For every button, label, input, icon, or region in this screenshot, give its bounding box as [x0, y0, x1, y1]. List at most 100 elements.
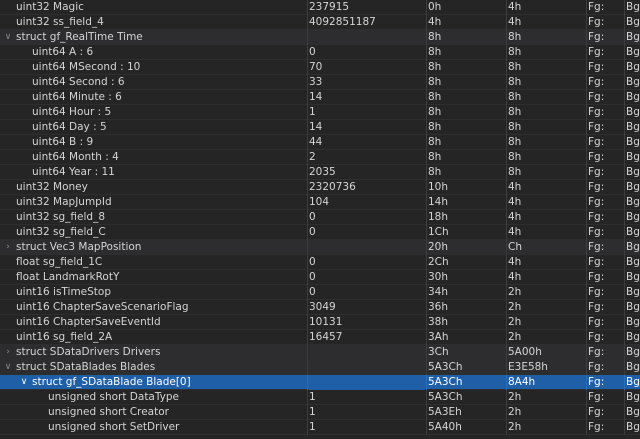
- color-bg-cell: Bg: [626, 241, 640, 253]
- value-cell[interactable]: [309, 30, 425, 45]
- color-fg-cell: Fg:: [588, 31, 605, 43]
- color-bg-cell: Bg: [626, 196, 640, 208]
- name-cell: uint64 Second : 6: [0, 75, 306, 90]
- value-cell[interactable]: 14: [309, 120, 425, 135]
- color-fg-cell: Fg:: [588, 256, 605, 268]
- field-row[interactable]: uint64 B : 9 44 8h 8h Fg: Bg: [0, 135, 640, 150]
- color-bg-cell: Bg: [626, 271, 640, 283]
- column-divider: [506, 330, 507, 345]
- value-cell[interactable]: [309, 240, 425, 255]
- struct-row[interactable]: ∨ struct gf_SDataBlade Blade[0] 5A3Ch 8A4h F…: [0, 375, 640, 390]
- chevron-down-icon[interactable]: ∨: [19, 375, 29, 390]
- value-cell[interactable]: 2035: [309, 165, 425, 180]
- value-cell[interactable]: 2320736: [309, 180, 425, 195]
- value-cell[interactable]: 70: [309, 60, 425, 75]
- color-fg-cell: Fg:: [588, 106, 605, 118]
- field-row[interactable]: uint64 MSecond : 10 70 8h 8h Fg: Bg: [0, 60, 640, 75]
- field-row[interactable]: uint64 A : 6 0 8h 8h Fg: Bg: [0, 45, 640, 60]
- column-divider: [307, 345, 308, 360]
- field-row[interactable]: uint64 Day : 5 14 8h 8h Fg: Bg: [0, 120, 640, 135]
- value-cell[interactable]: 0: [309, 270, 425, 285]
- value-cell[interactable]: 16457: [309, 330, 425, 345]
- column-divider: [307, 240, 308, 255]
- value-cell[interactable]: 237915: [309, 0, 425, 15]
- color-fg-cell: Fg:: [588, 76, 605, 88]
- size-cell: 8h: [508, 106, 522, 118]
- chevron-right-icon[interactable]: ›: [3, 345, 13, 360]
- value-cell[interactable]: 1: [309, 390, 425, 405]
- value-cell[interactable]: 2: [309, 150, 425, 165]
- color-fg-cell: Fg:: [588, 406, 605, 418]
- column-divider: [506, 150, 507, 165]
- value-cell[interactable]: 10131: [309, 315, 425, 330]
- field-row[interactable]: unsigned short Creator 1 5A3Eh 2h Fg: Bg: [0, 405, 640, 420]
- field-row[interactable]: uint64 Minute : 6 14 8h 8h Fg: Bg: [0, 90, 640, 105]
- size-cell: 4h: [508, 271, 522, 283]
- field-row[interactable]: uint32 ss_field_4 4092851187 4h 4h Fg: Bg: [0, 15, 640, 30]
- column-divider: [426, 210, 427, 225]
- color-fg-cell: Fg:: [588, 211, 605, 223]
- color-fg-cell: Fg:: [588, 91, 605, 103]
- field-name: uint32 ss_field_4: [16, 16, 104, 28]
- start-cell: 8h: [428, 61, 442, 73]
- field-row[interactable]: float LandmarkRotY 0 30h 4h Fg: Bg: [0, 270, 640, 285]
- color-bg-cell: Bg: [626, 256, 640, 268]
- field-row[interactable]: float sg_field_1C 0 2Ch 4h Fg: Bg: [0, 255, 640, 270]
- value-cell[interactable]: 0: [309, 255, 425, 270]
- chevron-down-icon[interactable]: ∨: [3, 360, 13, 375]
- field-row[interactable]: uint16 ChapterSaveScenarioFlag 3049 36h 2h F…: [0, 300, 640, 315]
- value-cell[interactable]: 1: [309, 420, 425, 435]
- chevron-down-icon[interactable]: ∨: [3, 30, 13, 45]
- value-cell[interactable]: [309, 345, 425, 360]
- value-cell[interactable]: 0: [309, 225, 425, 240]
- value-cell[interactable]: 44: [309, 135, 425, 150]
- column-divider: [624, 225, 625, 240]
- column-divider: [624, 120, 625, 135]
- field-row[interactable]: uint64 Hour : 5 1 8h 8h Fg: Bg: [0, 105, 640, 120]
- field-row[interactable]: uint16 ChapterSaveEventId 10131 38h 2h Fg: Bg: [0, 315, 640, 330]
- color-fg-cell: Fg:: [588, 331, 605, 343]
- field-row[interactable]: uint32 sg_field_8 0 18h 4h Fg: Bg: [0, 210, 640, 225]
- field-row[interactable]: uint64 Second : 6 33 8h 8h Fg: Bg: [0, 75, 640, 90]
- column-divider: [506, 105, 507, 120]
- field-row[interactable]: unsigned short SetDriver 1 5A40h 2h Fg: Bg: [0, 420, 640, 435]
- value-cell[interactable]: 0: [309, 45, 425, 60]
- struct-row[interactable]: › struct Vec3 MapPosition 20h Ch Fg: Bg: [0, 240, 640, 255]
- color-fg-cell: Fg:: [588, 46, 605, 58]
- value-cell[interactable]: 3049: [309, 300, 425, 315]
- value-cell[interactable]: 0: [309, 210, 425, 225]
- value-cell[interactable]: 0: [309, 285, 425, 300]
- name-cell: › struct Vec3 MapPosition: [0, 240, 306, 255]
- color-fg-cell: Fg:: [588, 346, 605, 358]
- value-cell[interactable]: 104: [309, 195, 425, 210]
- start-cell: 8h: [428, 136, 442, 148]
- value-cell[interactable]: 4092851187: [309, 15, 425, 30]
- field-row[interactable]: uint64 Month : 4 2 8h 8h Fg: Bg: [0, 150, 640, 165]
- column-divider: [307, 270, 308, 285]
- field-row[interactable]: uint32 MapJumpId 104 14h 4h Fg: Bg: [0, 195, 640, 210]
- column-divider: [307, 255, 308, 270]
- column-divider: [624, 165, 625, 180]
- struct-row[interactable]: ∨ struct SDataBlades Blades 5A3Ch E3E58h Fg:…: [0, 360, 640, 375]
- size-cell: 4h: [508, 1, 522, 13]
- value-cell[interactable]: 1: [309, 105, 425, 120]
- field-row[interactable]: unsigned short DataType 1 5A3Ch 2h Fg: Bg: [0, 390, 640, 405]
- column-divider: [426, 240, 427, 255]
- chevron-right-icon[interactable]: ›: [3, 240, 13, 255]
- field-row[interactable]: uint64 Year : 11 2035 8h 8h Fg: Bg: [0, 165, 640, 180]
- field-row[interactable]: uint32 Magic 237915 0h 4h Fg: Bg: [0, 0, 640, 15]
- field-row[interactable]: uint32 sg_field_C 0 1Ch 4h Fg: Bg: [0, 225, 640, 240]
- field-row[interactable]: uint16 sg_field_2A 16457 3Ah 2h Fg: Bg: [0, 330, 640, 345]
- value-cell[interactable]: 33: [309, 75, 425, 90]
- struct-row[interactable]: ∨ struct gf_RealTime Time 8h 8h Fg: Bg: [0, 30, 640, 45]
- value-cell[interactable]: 1: [309, 405, 425, 420]
- field-row[interactable]: uint32 Money 2320736 10h 4h Fg: Bg: [0, 180, 640, 195]
- field-row[interactable]: uint16 isTimeStop 0 34h 2h Fg: Bg: [0, 285, 640, 300]
- column-divider: [426, 405, 427, 420]
- column-divider: [506, 180, 507, 195]
- struct-row[interactable]: › struct SDataDrivers Drivers 3Ch 5A00h Fg: B…: [0, 345, 640, 360]
- column-divider: [624, 30, 625, 45]
- value-cell[interactable]: 14: [309, 90, 425, 105]
- value-cell[interactable]: [309, 360, 425, 375]
- value-cell[interactable]: [309, 375, 425, 390]
